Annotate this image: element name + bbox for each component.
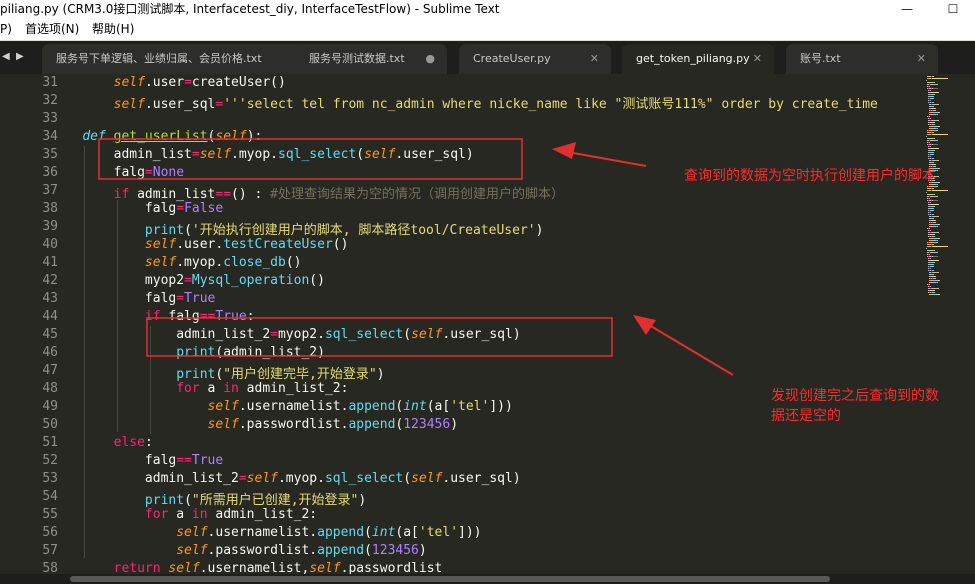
annotation-note-empty-query: 查询到的数据为空时执行创建用户的脚本 [684,168,936,184]
arrow-head [633,315,656,335]
arrow-head [552,142,576,159]
arrow-line [561,150,647,167]
highlight-box-query [98,138,523,180]
arrow-line [643,321,734,376]
annotation-note-still-empty: 发现创建完之后查询到的数 据还是空的 [771,388,939,424]
annotation-overlay [98,138,734,376]
highlight-box-recheck [146,317,613,357]
